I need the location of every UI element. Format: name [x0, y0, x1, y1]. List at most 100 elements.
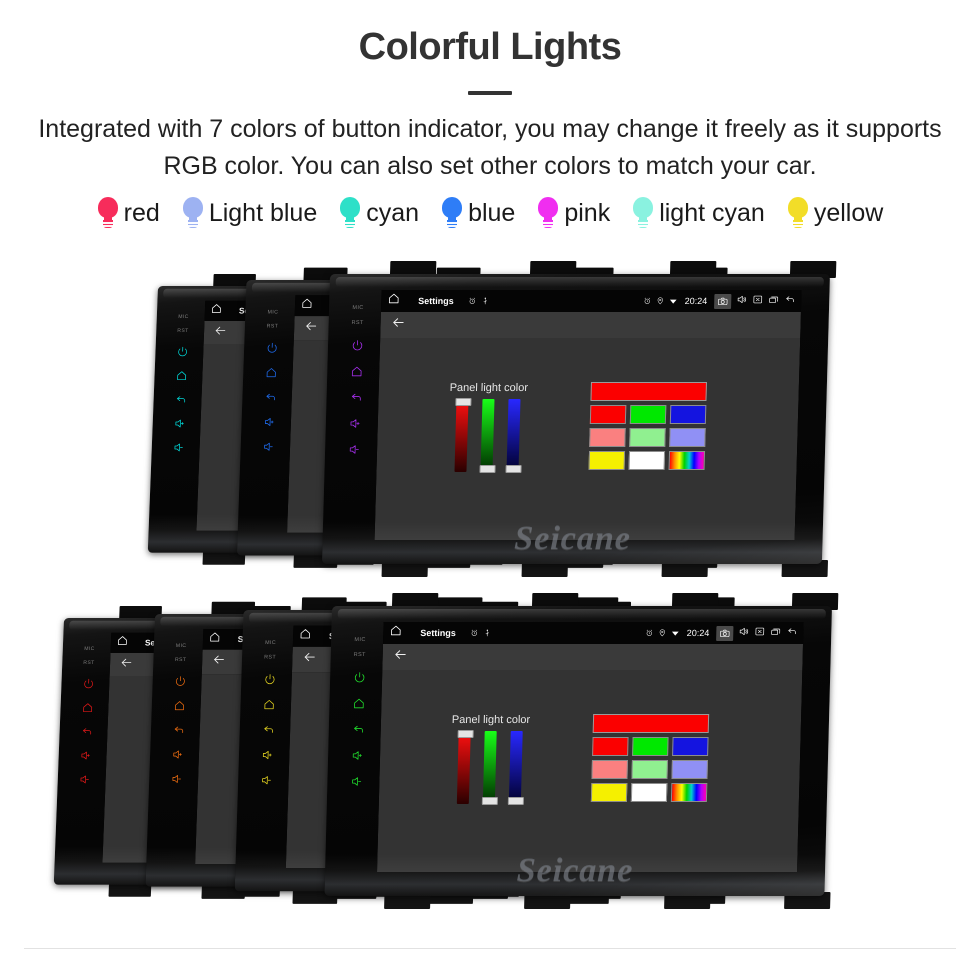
- rail-volume-down-icon[interactable]: [172, 441, 184, 453]
- rail-back-icon[interactable]: [351, 723, 364, 736]
- swatch-light-red[interactable]: [591, 760, 628, 779]
- swatch-rainbow[interactable]: [668, 451, 706, 470]
- slider-thumb[interactable]: [455, 398, 472, 406]
- device-screen[interactable]: Settings 20:24 Panel light color: [377, 622, 804, 872]
- statusbar-camera-icon[interactable]: [716, 625, 734, 641]
- legend-item-light-blue: Light blue: [182, 197, 317, 229]
- swatch-yellow[interactable]: [588, 451, 626, 470]
- rail-home-icon[interactable]: [350, 365, 363, 378]
- rail-home-icon[interactable]: [352, 697, 365, 710]
- swatch-yellow[interactable]: [590, 783, 628, 802]
- swatch-green[interactable]: [632, 737, 669, 756]
- slider-thumb[interactable]: [507, 797, 524, 805]
- swatch-green[interactable]: [629, 405, 667, 424]
- swatch-light-blue[interactable]: [671, 760, 708, 779]
- action-bar-back-arrow-icon[interactable]: [303, 319, 318, 338]
- swatch-rainbow[interactable]: [670, 783, 708, 802]
- swatch-white[interactable]: [628, 451, 666, 470]
- red-slider[interactable]: [454, 398, 472, 472]
- rail-volume-down-icon[interactable]: [262, 441, 275, 453]
- legend-item-light-cyan: light cyan: [632, 197, 765, 229]
- rail-power-icon[interactable]: [82, 678, 94, 690]
- statusbar-home-icon[interactable]: [116, 635, 129, 652]
- statusbar-camera-icon[interactable]: [714, 293, 732, 309]
- statusbar-home-icon[interactable]: [387, 292, 401, 310]
- panel-light-color-panel: Panel light color: [410, 382, 707, 473]
- statusbar-home-icon[interactable]: [299, 627, 312, 644]
- rail-power-icon[interactable]: [176, 346, 188, 358]
- rail-power-icon[interactable]: [263, 673, 276, 686]
- device-screen[interactable]: Settings 20:24 Panel light color: [374, 290, 802, 540]
- rail-volume-down-icon[interactable]: [260, 774, 273, 787]
- action-bar-back-arrow-icon[interactable]: [390, 315, 406, 335]
- swatch-white[interactable]: [630, 783, 668, 802]
- statusbar-recents-icon[interactable]: [768, 292, 780, 310]
- action-bar-back-arrow-icon[interactable]: [392, 647, 408, 667]
- statusbar-home-icon[interactable]: [300, 297, 313, 314]
- rail-home-icon[interactable]: [81, 702, 93, 714]
- statusbar-back-icon[interactable]: [784, 292, 796, 310]
- rail-home-icon[interactable]: [175, 370, 187, 382]
- device-purple[interactable]: MIC RST Settings 20:24 Panel light color Seic…: [321, 261, 837, 577]
- rail-back-icon[interactable]: [264, 391, 277, 403]
- rail-power-icon[interactable]: [174, 675, 187, 687]
- button-rail: MIC RST: [157, 635, 197, 868]
- rail-volume-up-icon[interactable]: [348, 417, 361, 430]
- rail-volume-up-icon[interactable]: [350, 749, 363, 762]
- rail-volume-down-icon[interactable]: [170, 773, 183, 785]
- rail-home-icon[interactable]: [264, 366, 277, 378]
- rail-volume-down-icon[interactable]: [350, 775, 363, 788]
- rail-back-icon[interactable]: [261, 723, 274, 736]
- slider-thumb[interactable]: [479, 465, 496, 473]
- statusbar-home-icon[interactable]: [389, 624, 402, 642]
- rail-power-icon[interactable]: [265, 342, 278, 354]
- swatch-light-green[interactable]: [629, 428, 666, 447]
- action-bar-back-arrow-icon[interactable]: [211, 653, 226, 672]
- action-bar-back-arrow-icon[interactable]: [119, 656, 134, 674]
- statusbar-close-box-icon[interactable]: [752, 292, 764, 310]
- blue-slider[interactable]: [505, 399, 522, 473]
- red-slider[interactable]: [456, 730, 474, 804]
- rail-home-icon[interactable]: [173, 700, 186, 712]
- action-bar-back-arrow-icon[interactable]: [302, 650, 317, 669]
- rail-back-icon[interactable]: [349, 391, 362, 404]
- statusbar-back-icon[interactable]: [786, 624, 797, 642]
- swatch-light-red[interactable]: [589, 428, 626, 447]
- swatch-light-green[interactable]: [631, 760, 668, 779]
- statusbar-close-box-icon[interactable]: [754, 624, 765, 642]
- statusbar-volume-icon[interactable]: [738, 624, 749, 642]
- color-preview: [592, 714, 710, 733]
- slider-thumb[interactable]: [505, 465, 522, 473]
- rail-back-icon[interactable]: [80, 726, 92, 738]
- statusbar-home-icon[interactable]: [208, 631, 221, 648]
- swatch-light-blue[interactable]: [669, 428, 706, 447]
- rail-volume-up-icon[interactable]: [79, 750, 91, 762]
- rail-volume-up-icon[interactable]: [263, 416, 276, 428]
- blue-slider[interactable]: [507, 731, 524, 805]
- action-bar-back-arrow-icon[interactable]: [213, 324, 228, 342]
- device-green[interactable]: MIC RST Settings 20:24 Panel light color Seic…: [324, 593, 839, 909]
- slider-thumb[interactable]: [457, 730, 474, 738]
- rail-home-icon[interactable]: [262, 698, 275, 711]
- rail-power-icon[interactable]: [350, 339, 363, 352]
- rail-volume-down-icon[interactable]: [347, 443, 360, 456]
- statusbar-recents-icon[interactable]: [770, 624, 781, 642]
- rail-back-icon[interactable]: [174, 394, 186, 406]
- green-slider[interactable]: [481, 731, 498, 805]
- statusbar-volume-icon[interactable]: [736, 292, 748, 310]
- rail-volume-down-icon[interactable]: [78, 773, 90, 785]
- slider-thumb[interactable]: [481, 797, 498, 805]
- legend-item-blue: blue: [441, 197, 515, 229]
- rail-volume-up-icon[interactable]: [261, 749, 274, 762]
- rail-back-icon[interactable]: [172, 724, 185, 736]
- page-bottom-divider: [24, 948, 956, 949]
- swatch-red[interactable]: [589, 405, 627, 424]
- swatch-red[interactable]: [592, 737, 629, 756]
- rail-volume-up-icon[interactable]: [171, 748, 184, 760]
- rail-volume-up-icon[interactable]: [173, 418, 185, 430]
- rail-power-icon[interactable]: [352, 671, 365, 684]
- green-slider[interactable]: [479, 399, 496, 473]
- swatch-blue[interactable]: [672, 737, 709, 756]
- statusbar-home-icon[interactable]: [210, 303, 223, 320]
- swatch-blue[interactable]: [669, 405, 707, 424]
